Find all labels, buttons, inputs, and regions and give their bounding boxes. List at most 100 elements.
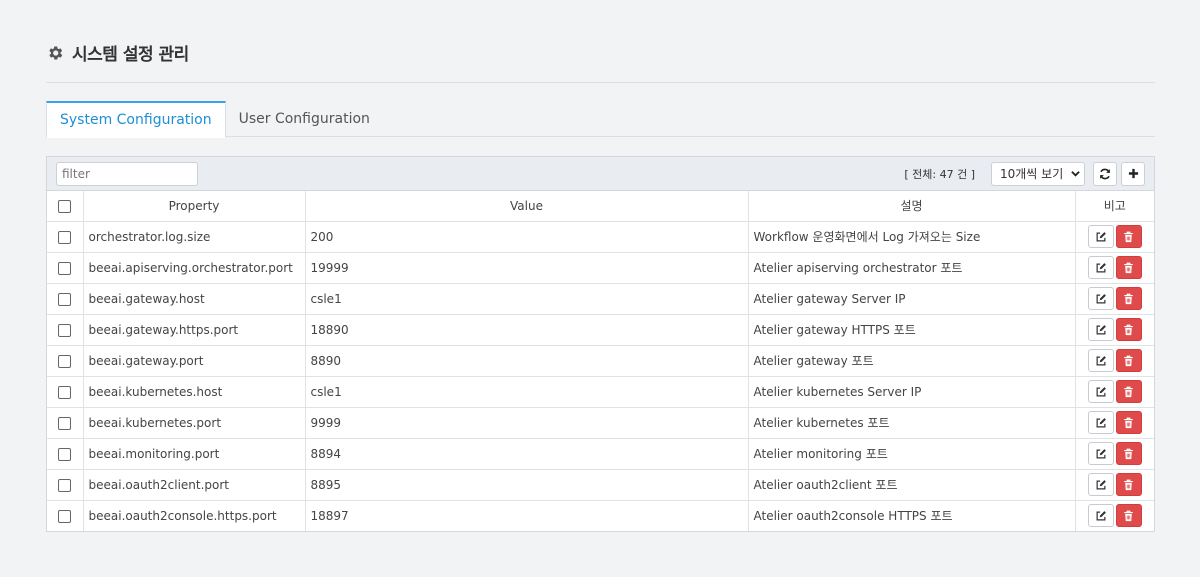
table-row[interactable]: beeai.kubernetes.port 9999 Atelier kuberne…	[47, 407, 1154, 439]
refresh-button[interactable]	[1093, 161, 1117, 186]
edit-icon	[1096, 479, 1106, 489]
delete-button[interactable]	[1115, 504, 1142, 528]
delete-button[interactable]	[1115, 411, 1142, 434]
total-count: [ 전체: 47 건 ]	[904, 167, 975, 181]
table-row[interactable]: beeai.monitoring.port 8894 Atelier monitor…	[47, 438, 1154, 470]
actions-cell	[1075, 407, 1154, 439]
edit-button[interactable]	[1087, 287, 1114, 310]
edit-icon	[1096, 262, 1106, 272]
value-cell: csle1	[305, 283, 749, 315]
edit-button[interactable]	[1087, 504, 1114, 528]
trash-icon	[1124, 479, 1134, 490]
description-cell: Atelier oauth2console HTTPS 포트	[748, 500, 1076, 531]
property-cell: beeai.apiserving.orchestrator.port	[83, 252, 306, 284]
select-all-cell	[47, 191, 84, 222]
table-row[interactable]: beeai.gateway.host csle1 Atelier gateway S…	[47, 283, 1154, 315]
edit-button[interactable]	[1087, 256, 1114, 279]
row-select-cell	[47, 407, 84, 439]
table-row[interactable]: beeai.oauth2client.port 8895 Atelier oauth…	[47, 469, 1154, 501]
property-cell: beeai.oauth2console.https.port	[83, 500, 306, 531]
description-cell: Atelier kubernetes Server IP	[748, 376, 1076, 408]
add-button[interactable]	[1121, 161, 1145, 186]
delete-button[interactable]	[1115, 473, 1142, 496]
edit-icon	[1096, 448, 1106, 458]
description-cell: Atelier gateway HTTPS 포트	[748, 314, 1076, 346]
value-cell: 8890	[305, 345, 749, 377]
select-all-checkbox[interactable]	[58, 199, 72, 213]
trash-icon	[1124, 510, 1134, 521]
delete-button[interactable]	[1115, 380, 1142, 403]
tab-user-configuration[interactable]: User Configuration	[226, 101, 383, 137]
column-header-value[interactable]: Value	[305, 191, 749, 222]
description-cell: Atelier apiserving orchestrator 포트	[748, 252, 1076, 284]
property-cell: beeai.kubernetes.port	[83, 407, 306, 439]
actions-cell	[1075, 314, 1154, 346]
trash-icon	[1124, 231, 1134, 242]
delete-button[interactable]	[1115, 442, 1142, 465]
value-cell: 200	[305, 221, 749, 253]
value-cell: csle1	[305, 376, 749, 408]
delete-button[interactable]	[1115, 225, 1142, 248]
row-checkbox[interactable]	[58, 509, 72, 523]
actions-cell	[1075, 283, 1154, 315]
refresh-icon	[1100, 168, 1110, 179]
edit-icon	[1096, 386, 1106, 396]
actions-cell	[1075, 376, 1154, 408]
chevron-down-icon	[1071, 171, 1080, 177]
edit-button[interactable]	[1087, 225, 1114, 248]
table-header-row: Property Value 설명 비고	[47, 191, 1154, 222]
row-checkbox[interactable]	[58, 261, 72, 275]
edit-button[interactable]	[1087, 318, 1114, 341]
table-toolbar: [ 전체: 47 건 ] 10개씩 보기	[47, 157, 1154, 191]
row-checkbox[interactable]	[58, 323, 72, 337]
row-select-cell	[47, 376, 84, 408]
column-header-description[interactable]: 설명	[748, 191, 1076, 222]
description-cell: Workflow 운영화면에서 Log 가져오는 Size	[748, 221, 1076, 253]
edit-icon	[1096, 293, 1106, 303]
property-cell: beeai.gateway.port	[83, 345, 306, 377]
value-cell: 8895	[305, 469, 749, 501]
table-row[interactable]: beeai.gateway.port 8890 Atelier gateway 포트	[47, 345, 1154, 377]
row-checkbox[interactable]	[58, 230, 72, 244]
filter-input[interactable]	[56, 161, 198, 186]
table-row[interactable]: beeai.kubernetes.host csle1 Atelier kubern…	[47, 376, 1154, 408]
value-cell: 8894	[305, 438, 749, 470]
property-cell: orchestrator.log.size	[83, 221, 306, 253]
trash-icon	[1124, 324, 1134, 335]
row-checkbox[interactable]	[58, 447, 72, 461]
row-checkbox[interactable]	[58, 416, 72, 430]
table-row[interactable]: orchestrator.log.size 200 Workflow 운영화면에서 …	[47, 221, 1154, 253]
edit-button[interactable]	[1087, 473, 1114, 496]
table-row[interactable]: beeai.oauth2console.https.port 18897 Ateli…	[47, 500, 1154, 531]
tab-system-configuration[interactable]: System Configuration	[46, 101, 226, 138]
delete-button[interactable]	[1115, 318, 1142, 341]
table-row[interactable]: beeai.gateway.https.port 18890 Atelier gat…	[47, 314, 1154, 346]
edit-button[interactable]	[1087, 380, 1114, 403]
edit-button[interactable]	[1087, 349, 1114, 372]
description-cell: Atelier oauth2client 포트	[748, 469, 1076, 501]
row-checkbox[interactable]	[58, 292, 72, 306]
row-select-cell	[47, 252, 84, 284]
actions-cell	[1075, 438, 1154, 470]
delete-button[interactable]	[1115, 287, 1142, 310]
row-select-cell	[47, 314, 84, 346]
page-size-select[interactable]: 10개씩 보기	[991, 161, 1085, 186]
description-cell: Atelier monitoring 포트	[748, 438, 1076, 470]
row-checkbox[interactable]	[58, 354, 72, 368]
description-cell: Atelier gateway Server IP	[748, 283, 1076, 315]
row-checkbox[interactable]	[58, 478, 72, 492]
actions-cell	[1075, 252, 1154, 284]
value-cell: 19999	[305, 252, 749, 284]
delete-button[interactable]	[1115, 256, 1142, 279]
gear-icon	[49, 45, 63, 60]
description-cell: Atelier kubernetes 포트	[748, 407, 1076, 439]
edit-button[interactable]	[1087, 411, 1114, 434]
tab-bar: System Configuration User Configuration	[46, 101, 1155, 138]
description-cell: Atelier gateway 포트	[748, 345, 1076, 377]
delete-button[interactable]	[1115, 349, 1142, 372]
row-select-cell	[47, 283, 84, 315]
edit-button[interactable]	[1087, 442, 1114, 465]
column-header-property[interactable]: Property	[83, 191, 306, 222]
row-checkbox[interactable]	[58, 385, 72, 399]
table-row[interactable]: beeai.apiserving.orchestrator.port 19999 A…	[47, 252, 1154, 284]
